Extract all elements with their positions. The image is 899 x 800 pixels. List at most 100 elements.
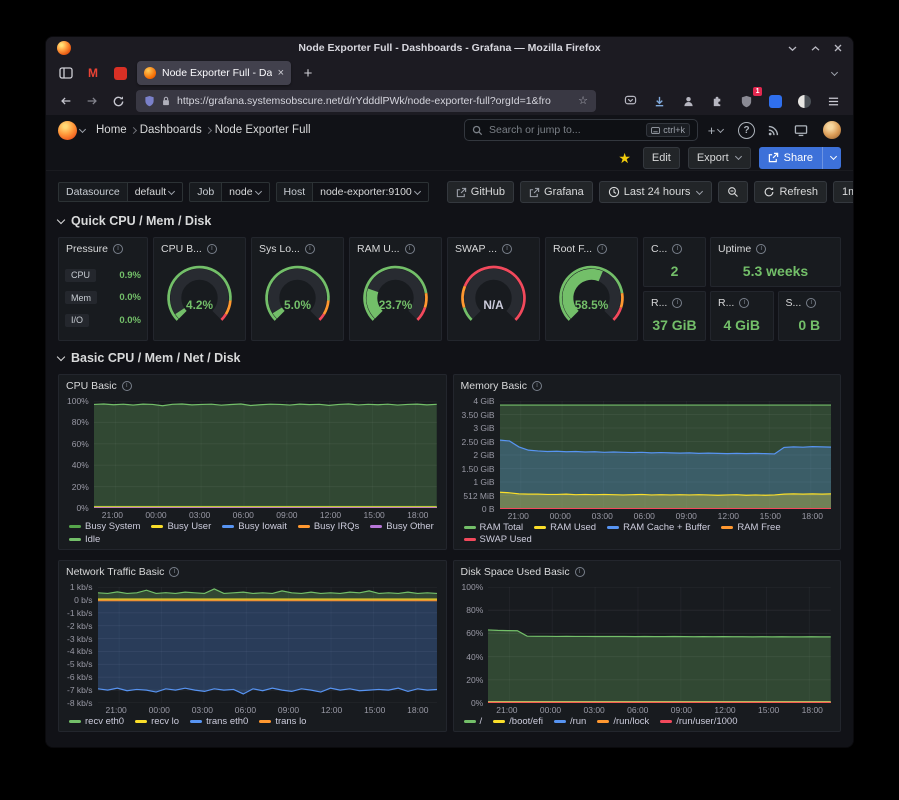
edit-button[interactable]: Edit (643, 147, 680, 169)
tracking-shield-icon[interactable] (144, 95, 155, 107)
legend-item[interactable]: recv lo (135, 716, 179, 727)
panel-header[interactable]: Uptimei (711, 238, 840, 259)
info-icon[interactable]: i (597, 244, 607, 254)
panel-header[interactable]: R...i (711, 292, 773, 313)
firefox-view-button[interactable] (56, 63, 76, 83)
legend-item[interactable]: SWAP Used (464, 534, 532, 545)
panel-header[interactable]: C...i (644, 238, 705, 259)
legend-item[interactable]: / (464, 716, 483, 727)
info-icon[interactable]: i (756, 244, 766, 254)
time-range-picker[interactable]: Last 24 hours (599, 181, 713, 203)
info-icon[interactable]: i (113, 244, 123, 254)
variable-datasource[interactable]: Datasource default (58, 182, 183, 202)
legend-item[interactable]: Idle (69, 534, 100, 545)
plot-area[interactable] (500, 401, 831, 509)
export-button[interactable]: Export (688, 147, 751, 169)
news-button[interactable] (763, 119, 783, 141)
grafana-link-button[interactable]: Grafana (520, 181, 593, 203)
share-button[interactable]: Share (759, 147, 841, 169)
legend-item[interactable]: trans eth0 (190, 716, 248, 727)
info-icon[interactable]: i (672, 244, 682, 254)
info-icon[interactable]: i (575, 567, 585, 577)
nav-expand-chevron[interactable] (79, 125, 86, 132)
variable-value-dropdown[interactable]: default (128, 182, 184, 202)
info-icon[interactable]: i (739, 298, 749, 308)
info-icon[interactable]: i (207, 244, 217, 254)
window-maximize-button[interactable] (810, 44, 821, 53)
cpu-basic-chart[interactable] (94, 401, 437, 508)
panel-header[interactable]: RAM U...i (350, 238, 441, 259)
legend-item[interactable]: RAM Total (464, 522, 524, 533)
breadcrumb-home[interactable]: Home (96, 124, 127, 136)
info-icon[interactable]: i (122, 381, 132, 391)
panel-header[interactable]: Memory Basici (454, 375, 841, 396)
share-dropdown[interactable] (822, 147, 841, 169)
variable-job[interactable]: Job node (189, 182, 269, 202)
account-button[interactable] (676, 90, 700, 112)
legend-item[interactable]: Busy Iowait (222, 521, 287, 532)
bookmark-star-icon[interactable]: ☆ (578, 96, 588, 107)
legend-item[interactable]: RAM Used (534, 522, 596, 533)
active-tab[interactable]: Node Exporter Full - Dashbo × (137, 61, 291, 85)
memory-basic-chart[interactable] (500, 401, 831, 509)
zoom-out-button[interactable] (718, 181, 748, 203)
search-input[interactable]: Search or jump to... ctrl+k (464, 119, 698, 141)
variable-host[interactable]: Host node-exporter:9100 (276, 182, 429, 202)
github-link-button[interactable]: GitHub (447, 181, 514, 203)
info-icon[interactable]: i (305, 244, 315, 254)
section-basic-cpu-mem-net-disk[interactable]: Basic CPU / Mem / Net / Disk (46, 341, 853, 372)
window-close-button[interactable] (833, 43, 843, 53)
monitor-button[interactable] (791, 119, 811, 141)
legend-item[interactable]: RAM Free (721, 522, 780, 533)
darkreader-extension-button[interactable] (792, 90, 816, 112)
legend-item[interactable]: /run/lock (597, 716, 649, 727)
variable-value-dropdown[interactable]: node-exporter:9100 (313, 182, 429, 202)
info-icon[interactable]: i (532, 381, 542, 391)
window-minimize-button[interactable] (787, 44, 798, 53)
panel-header[interactable]: R...i (644, 292, 705, 313)
disk-basic-chart[interactable] (488, 587, 831, 703)
panel-header[interactable]: Network Traffic Basici (59, 561, 446, 582)
extensions-button[interactable] (705, 90, 729, 112)
new-tab-button[interactable]: + (298, 63, 318, 83)
reload-button[interactable] (106, 90, 130, 112)
menu-button[interactable] (821, 90, 845, 112)
downloads-button[interactable] (647, 90, 671, 112)
plot-area[interactable] (98, 587, 437, 703)
pinned-tab-gmail[interactable]: M (83, 62, 103, 84)
pocket-button[interactable] (618, 90, 642, 112)
lock-icon[interactable] (161, 95, 171, 107)
tab-close-icon[interactable]: × (278, 68, 284, 79)
panel-header[interactable]: CPU Basici (59, 375, 446, 396)
info-icon[interactable]: i (672, 298, 682, 308)
legend-item[interactable]: Busy IRQs (298, 521, 359, 532)
legend-item[interactable]: Busy Other (370, 521, 434, 532)
variable-value-dropdown[interactable]: node (222, 182, 269, 202)
refresh-interval-dropdown[interactable]: 1m (833, 181, 853, 203)
info-icon[interactable]: i (405, 244, 415, 254)
panel-header[interactable]: Root F...i (546, 238, 637, 259)
all-tabs-button[interactable] (823, 63, 843, 83)
breadcrumb-dashboards[interactable]: Dashboards (140, 124, 202, 136)
url-bar[interactable]: https://grafana.systemsobscure.net/d/rYd… (136, 90, 596, 112)
add-menu-button[interactable]: + (706, 119, 726, 141)
legend-item[interactable]: Busy User (151, 521, 211, 532)
legend-item[interactable]: /run (554, 716, 586, 727)
info-icon[interactable]: i (806, 298, 816, 308)
user-avatar[interactable] (823, 121, 841, 139)
legend-item[interactable]: Busy System (69, 521, 140, 532)
panel-header[interactable]: SWAP ...i (448, 238, 539, 259)
ublock-extension-button[interactable]: 1 (734, 90, 758, 112)
back-button[interactable] (54, 90, 78, 112)
panel-header[interactable]: Sys Lo...i (252, 238, 343, 259)
help-button[interactable]: ? (738, 122, 755, 139)
panel-header[interactable]: CPU B...i (154, 238, 245, 259)
plot-area[interactable] (94, 401, 437, 508)
legend-item[interactable]: /boot/efi (493, 716, 543, 727)
bitwarden-extension-button[interactable] (763, 90, 787, 112)
grafana-logo[interactable] (58, 121, 77, 140)
panel-header[interactable]: Disk Space Used Basici (454, 561, 841, 582)
legend-item[interactable]: trans lo (259, 716, 306, 727)
forward-button[interactable] (80, 90, 104, 112)
panel-header[interactable]: S...i (779, 292, 841, 313)
